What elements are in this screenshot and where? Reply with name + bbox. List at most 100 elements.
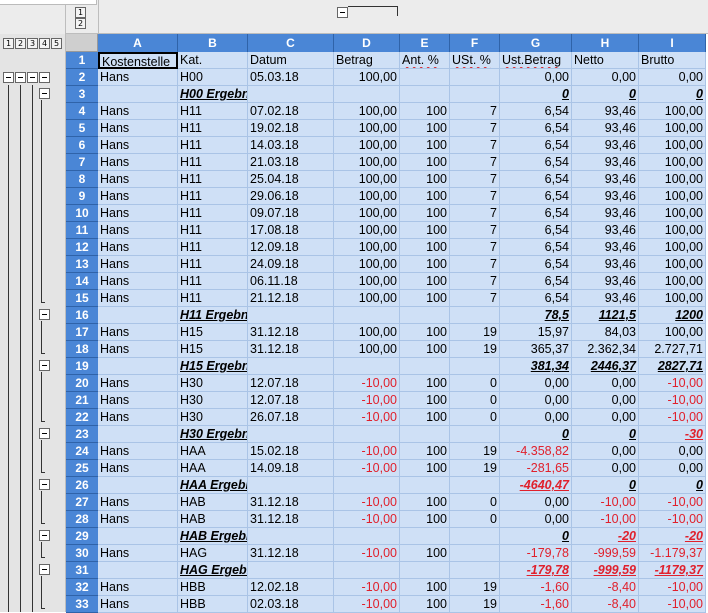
table-cell[interactable]: H11 — [178, 171, 248, 188]
table-cell[interactable] — [400, 477, 450, 494]
table-cell[interactable] — [334, 528, 400, 545]
row-header[interactable]: 28 — [66, 511, 98, 528]
table-cell[interactable]: Hans — [98, 545, 178, 562]
table-cell[interactable]: 100 — [400, 103, 450, 120]
table-cell[interactable]: Hans — [98, 222, 178, 239]
table-cell[interactable]: 6,54 — [500, 205, 572, 222]
row-header[interactable]: 24 — [66, 443, 98, 460]
table-cell[interactable]: 0 — [450, 511, 500, 528]
table-cell[interactable]: 100 — [400, 460, 450, 477]
table-cell[interactable]: 14.09.18 — [248, 460, 334, 477]
table-cell[interactable]: Hans — [98, 171, 178, 188]
table-cell[interactable] — [248, 477, 334, 494]
table-cell[interactable]: 0,00 — [500, 375, 572, 392]
table-cell[interactable]: 100 — [400, 290, 450, 307]
row-header[interactable]: 23 — [66, 426, 98, 443]
table-cell[interactable]: Hans — [98, 375, 178, 392]
table-cell[interactable]: 100,00 — [639, 290, 706, 307]
table-cell[interactable]: 09.07.18 — [248, 205, 334, 222]
table-cell[interactable] — [400, 426, 450, 443]
table-cell[interactable]: -999,59 — [572, 545, 639, 562]
table-cell[interactable]: Hans — [98, 188, 178, 205]
table-cell[interactable]: 0 — [500, 426, 572, 443]
row-header[interactable]: 10 — [66, 205, 98, 222]
table-cell[interactable]: 100,00 — [639, 273, 706, 290]
table-cell[interactable]: Hans — [98, 494, 178, 511]
table-cell[interactable]: 2.727,71 — [639, 341, 706, 358]
table-cell[interactable]: 100,00 — [639, 205, 706, 222]
table-cell[interactable]: 100,00 — [639, 324, 706, 341]
table-cell[interactable]: 19 — [450, 443, 500, 460]
table-cell[interactable]: 6,54 — [500, 256, 572, 273]
table-cell[interactable]: 6,54 — [500, 137, 572, 154]
header-cell[interactable]: Netto — [572, 52, 639, 69]
table-cell[interactable]: -281,65 — [500, 460, 572, 477]
table-cell[interactable]: Hans — [98, 324, 178, 341]
header-cell[interactable]: Kostenstelle — [98, 52, 178, 69]
table-cell[interactable] — [98, 358, 178, 375]
table-cell[interactable]: Hans — [98, 256, 178, 273]
table-cell[interactable]: 15,97 — [500, 324, 572, 341]
table-cell[interactable]: 6,54 — [500, 120, 572, 137]
table-cell[interactable]: 7 — [450, 239, 500, 256]
table-cell[interactable]: 100 — [400, 392, 450, 409]
header-cell[interactable]: Ust.Betrag — [500, 52, 572, 69]
name-box[interactable] — [0, 0, 97, 5]
table-cell[interactable]: Hans — [98, 239, 178, 256]
table-cell[interactable] — [450, 426, 500, 443]
table-cell[interactable]: 31.12.18 — [248, 545, 334, 562]
table-cell[interactable]: 100,00 — [639, 103, 706, 120]
table-cell[interactable]: 6,54 — [500, 239, 572, 256]
table-cell[interactable]: 31.12.18 — [248, 324, 334, 341]
table-cell[interactable]: 0,00 — [572, 409, 639, 426]
table-cell[interactable] — [450, 545, 500, 562]
table-cell[interactable]: -1,60 — [500, 579, 572, 596]
column-header-e[interactable]: E — [400, 34, 450, 52]
table-cell[interactable]: 100 — [400, 239, 450, 256]
column-header-h[interactable]: H — [572, 34, 639, 52]
table-cell[interactable] — [248, 86, 334, 103]
table-cell[interactable]: H00 — [178, 69, 248, 86]
table-cell[interactable]: -20 — [639, 528, 706, 545]
table-cell[interactable]: -10,00 — [639, 409, 706, 426]
table-cell[interactable]: 24.09.18 — [248, 256, 334, 273]
table-cell[interactable]: 100 — [400, 171, 450, 188]
row-group-collapse-button[interactable] — [39, 309, 50, 320]
table-cell[interactable]: 0 — [450, 494, 500, 511]
table-cell[interactable] — [98, 562, 178, 579]
header-cell[interactable]: Brutto — [639, 52, 706, 69]
table-cell[interactable]: H11 — [178, 205, 248, 222]
table-cell[interactable]: Hans — [98, 137, 178, 154]
row-header[interactable]: 15 — [66, 290, 98, 307]
table-cell[interactable]: 100,00 — [639, 120, 706, 137]
row-group-collapse-button[interactable] — [39, 88, 50, 99]
table-cell[interactable]: 7 — [450, 273, 500, 290]
table-cell[interactable]: -10,00 — [639, 596, 706, 613]
table-cell[interactable]: 100 — [400, 205, 450, 222]
table-cell[interactable]: 100 — [400, 443, 450, 460]
table-cell[interactable]: -10,00 — [334, 375, 400, 392]
table-cell[interactable]: 100 — [400, 596, 450, 613]
table-cell[interactable]: 0,00 — [572, 443, 639, 460]
table-cell[interactable]: -10,00 — [334, 409, 400, 426]
row-level-4-button[interactable]: 4 — [39, 38, 50, 49]
table-cell[interactable]: 100,00 — [639, 154, 706, 171]
table-cell[interactable] — [334, 358, 400, 375]
table-cell[interactable]: 07.02.18 — [248, 103, 334, 120]
table-cell[interactable]: 100 — [400, 137, 450, 154]
table-cell[interactable] — [450, 562, 500, 579]
table-cell[interactable]: 19 — [450, 324, 500, 341]
table-cell[interactable]: HAA — [178, 460, 248, 477]
table-cell[interactable]: 0 — [500, 528, 572, 545]
table-cell[interactable]: H15 — [178, 341, 248, 358]
row-header[interactable]: 29 — [66, 528, 98, 545]
table-cell[interactable]: 12.09.18 — [248, 239, 334, 256]
table-cell[interactable]: 0,00 — [572, 69, 639, 86]
table-cell[interactable] — [400, 358, 450, 375]
row-level-2-button[interactable]: 2 — [15, 38, 26, 49]
header-cell[interactable]: Datum — [248, 52, 334, 69]
row-header[interactable]: 13 — [66, 256, 98, 273]
table-cell[interactable]: 17.08.18 — [248, 222, 334, 239]
table-cell[interactable]: 100,00 — [639, 239, 706, 256]
table-cell[interactable]: 93,46 — [572, 154, 639, 171]
